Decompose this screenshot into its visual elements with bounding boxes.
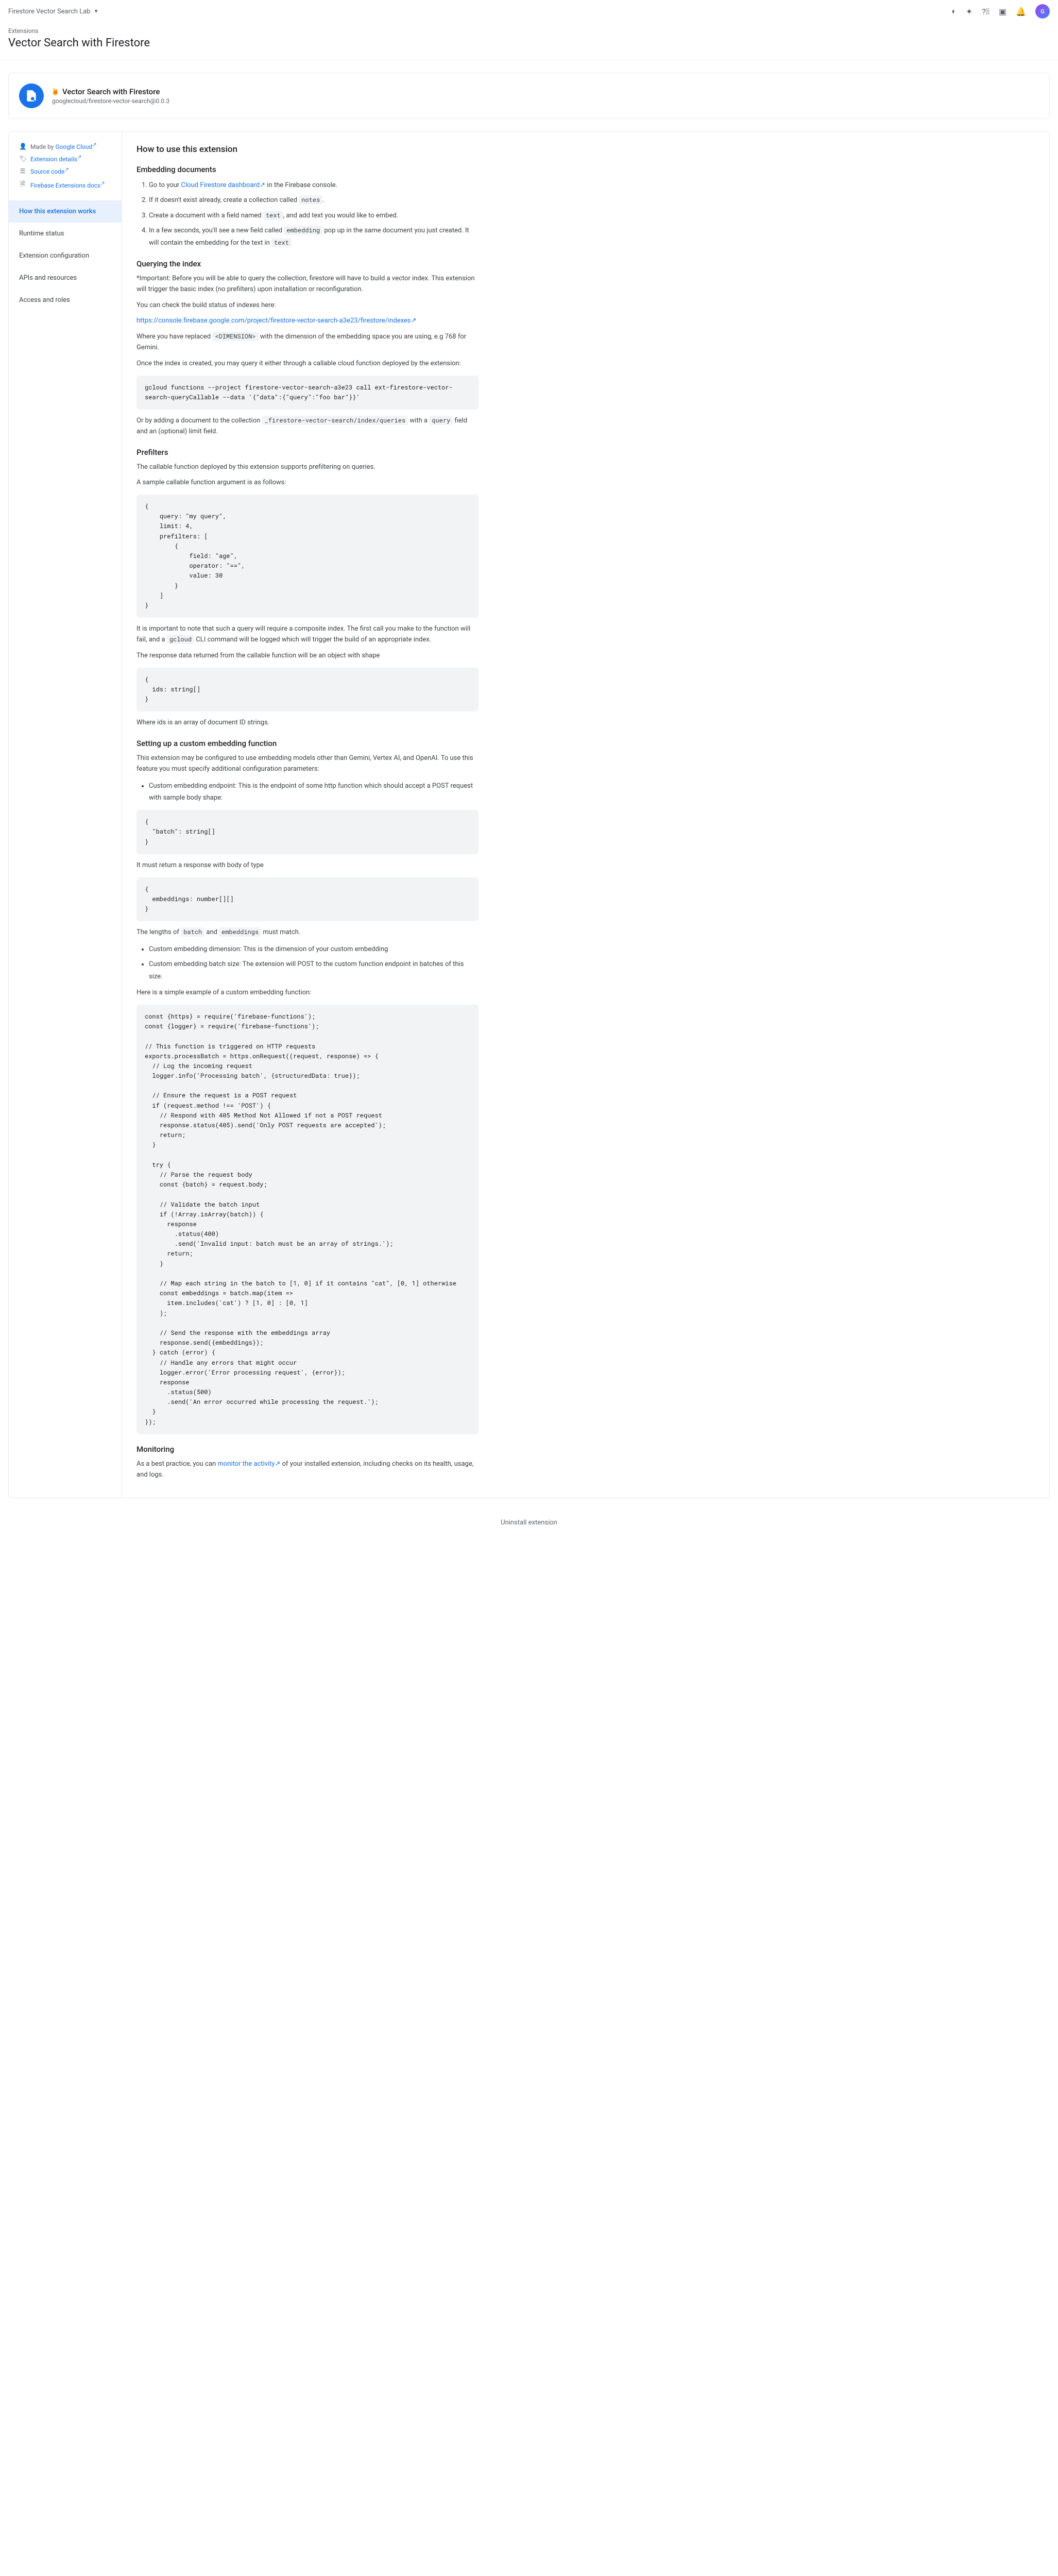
code-ids: { ids: string[] } bbox=[136, 668, 479, 712]
paragraph-composite: It is important to note that such a quer… bbox=[136, 624, 479, 646]
page-title: Vector Search with Firestore bbox=[8, 37, 1050, 49]
cloud-firestore-link[interactable]: Cloud Firestore dashboard↗ bbox=[181, 181, 266, 189]
code-prefilter: { query: "my query", limit: 4, prefilter… bbox=[136, 495, 479, 618]
paragraph-orby: Or by adding a document to the collectio… bbox=[136, 416, 479, 437]
top-bar: Firestore Vector Search Lab ▼ ◐ ✦ ?⃝ ▣ 🔔… bbox=[0, 0, 1058, 23]
moon-icon[interactable]: ◐ bbox=[951, 6, 957, 16]
bell-icon[interactable]: 🔔 bbox=[1016, 7, 1026, 16]
extension-name: Vector Search with Firestore bbox=[52, 87, 169, 96]
paragraph-important: *Important: Before you will be able to q… bbox=[136, 274, 479, 295]
nav-runtime-status[interactable]: Runtime status bbox=[9, 223, 122, 245]
help-icon[interactable]: ?⃝ bbox=[982, 7, 989, 16]
step-1: Go to your Cloud Firestore dashboard↗ in… bbox=[149, 179, 479, 191]
paragraph-check: You can check the build status of indexe… bbox=[136, 300, 479, 311]
code-gcloud: gcloud functions --project firestore-vec… bbox=[136, 376, 479, 410]
project-selector[interactable]: Firestore Vector Search Lab ▼ bbox=[8, 8, 98, 15]
avatar[interactable]: G bbox=[1035, 4, 1050, 19]
paragraph-lengths: The lengths of batch and embeddings must… bbox=[136, 927, 479, 938]
code-example: const {https} = require('firebase-functi… bbox=[136, 1005, 479, 1434]
chevron-down-icon: ▼ bbox=[94, 9, 99, 14]
extension-card: Vector Search with Firestore googlecloud… bbox=[8, 73, 1050, 119]
nav-access[interactable]: Access and roles bbox=[9, 289, 122, 311]
page-header: Extensions Vector Search with Firestore bbox=[0, 23, 1058, 60]
paragraph-replaced: Where you have replaced <DIMENSION> with… bbox=[136, 332, 479, 353]
code-batch: { "batch": string[] } bbox=[136, 810, 479, 854]
heading-embedding: Embedding documents bbox=[136, 165, 479, 174]
heading-how-to-use: How to use this extension bbox=[136, 144, 479, 155]
sidebar: 👤Made by Google Cloud↗ 🏷 Extension detail… bbox=[9, 132, 122, 1498]
docs-link[interactable]: Firebase Extensions docs↗ bbox=[30, 181, 105, 189]
uninstall-button[interactable]: Uninstall extension bbox=[0, 1498, 1058, 1542]
paragraph-sample: A sample callable function argument is a… bbox=[136, 478, 479, 488]
step-2: If it doesn't exist already, create a co… bbox=[149, 194, 479, 206]
console-link[interactable]: https://console.firebase.google.com/proj… bbox=[136, 317, 416, 325]
firebase-logo-icon bbox=[52, 87, 59, 96]
paragraph-custom1: This extension may be configured to use … bbox=[136, 753, 479, 775]
li-custom-batch: Custom embedding batch size: The extensi… bbox=[149, 958, 479, 982]
step-4: In a few seconds, you'll see a new field… bbox=[149, 225, 479, 249]
heading-monitoring: Monitoring bbox=[136, 1445, 479, 1454]
paragraph-must: It must return a response with body of t… bbox=[136, 860, 479, 871]
code-icon: ☰ bbox=[19, 167, 26, 175]
heading-querying: Querying the index bbox=[136, 259, 479, 268]
source-code-link[interactable]: Source code↗ bbox=[30, 167, 69, 175]
nav-apis[interactable]: APIs and resources bbox=[9, 267, 122, 289]
nav-configuration[interactable]: Extension configuration bbox=[9, 245, 122, 267]
person-icon: 👤 bbox=[19, 143, 26, 150]
extension-icon bbox=[19, 83, 44, 108]
made-by-link[interactable]: Google Cloud↗ bbox=[55, 143, 96, 150]
paragraph-once: Once the index is created, you may query… bbox=[136, 359, 479, 369]
paragraph-ids: Where ids is an array of document ID str… bbox=[136, 718, 479, 728]
content: How to use this extension Embedding docu… bbox=[122, 132, 493, 1498]
code-embeddings: { embeddings: number[][] } bbox=[136, 877, 479, 922]
step-3: Create a document with a field named tex… bbox=[149, 210, 479, 222]
heading-custom: Setting up a custom embedding function bbox=[136, 739, 479, 748]
extension-id: googlecloud/firestore-vector-search@0.0.… bbox=[52, 97, 169, 105]
made-by-row: 👤Made by Google Cloud↗ bbox=[19, 140, 111, 152]
paragraph-response: The response data returned from the call… bbox=[136, 651, 479, 662]
heading-prefilters: Prefilters bbox=[136, 448, 479, 457]
doc-icon: 🗎 bbox=[19, 179, 26, 190]
li-custom-endpoint: Custom embedding endpoint: This is the e… bbox=[149, 780, 479, 804]
tag-icon: 🏷 bbox=[19, 155, 26, 162]
feedback-icon[interactable]: ▣ bbox=[999, 7, 1006, 16]
sparkle-icon[interactable]: ✦ bbox=[966, 7, 972, 16]
extension-details-link[interactable]: Extension details↗ bbox=[30, 155, 81, 163]
paragraph-example: Here is a simple example of a custom emb… bbox=[136, 988, 479, 998]
li-custom-dimension: Custom embedding dimension: This is the … bbox=[149, 943, 479, 955]
paragraph-monitor: As a best practice, you can monitor the … bbox=[136, 1459, 479, 1481]
nav-how-it-works[interactable]: How this extension works bbox=[9, 200, 122, 223]
paragraph-callable: The callable function deployed by this e… bbox=[136, 462, 479, 473]
monitor-link[interactable]: monitor the activity↗ bbox=[217, 1460, 280, 1468]
project-name: Firestore Vector Search Lab bbox=[8, 8, 91, 15]
breadcrumb[interactable]: Extensions bbox=[8, 27, 1050, 35]
